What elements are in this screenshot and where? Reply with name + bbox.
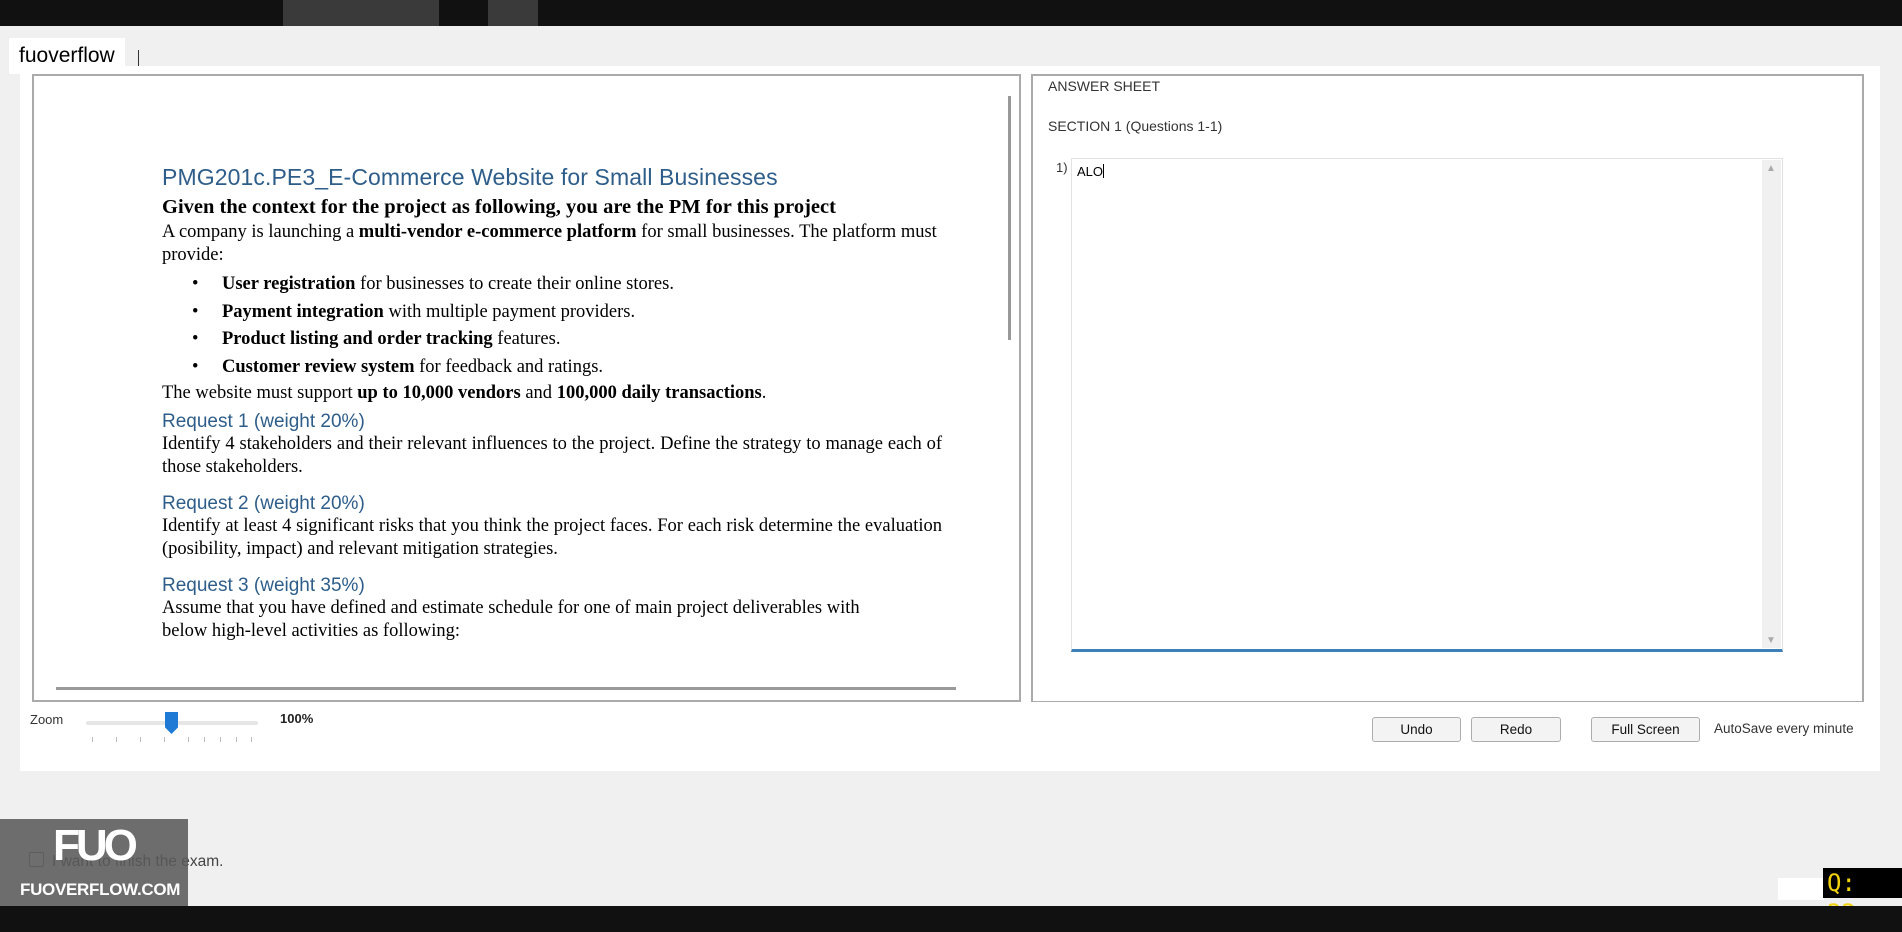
zoom-tick bbox=[204, 737, 205, 742]
answer-text: ALO bbox=[1077, 164, 1104, 179]
fuoverflow-logo: FUO FUOVERFLOW.COM bbox=[0, 819, 188, 906]
intro-paragraph: A company is launching a multi-vendor e-… bbox=[162, 221, 942, 267]
scroll-down-icon[interactable]: ▼ bbox=[1766, 635, 1776, 646]
undo-button[interactable]: Undo bbox=[1372, 717, 1461, 742]
list-item: Customer review system for feedback and … bbox=[162, 354, 942, 382]
list-item-text: features. bbox=[492, 329, 561, 349]
top-bar-field bbox=[283, 0, 439, 26]
answer-sheet-heading: ANSWER SHEET bbox=[1048, 78, 1161, 94]
request-2-text: Identify at least 4 significant risks th… bbox=[162, 516, 942, 559]
answer-scrollbar[interactable]: ▲ ▼ bbox=[1762, 160, 1781, 648]
list-item: Payment integration with multiple paymen… bbox=[162, 299, 942, 327]
request-3-text: Assume that you have defined and estimat… bbox=[162, 598, 860, 641]
request-1-title: Request 1 (weight 20%) bbox=[162, 411, 365, 432]
counter-backdrop bbox=[1778, 878, 1824, 900]
logo-site-text: FUOVERFLOW.COM bbox=[20, 880, 181, 899]
list-item-bold: Payment integration bbox=[222, 301, 384, 322]
support-paragraph: The website must support up to 10,000 ve… bbox=[162, 382, 942, 405]
zoom-tick bbox=[220, 737, 221, 742]
top-bar bbox=[0, 0, 1902, 26]
intro-bold: multi-vendor e-commerce platform bbox=[358, 222, 637, 242]
list-item-bold: User registration bbox=[222, 274, 356, 294]
document-title: PMG201c.PE3_E-Commerce Website for Small… bbox=[162, 164, 778, 190]
top-bar-field bbox=[488, 0, 538, 26]
zoom-value: 100% bbox=[280, 711, 314, 726]
full-screen-button[interactable]: Full Screen bbox=[1591, 717, 1700, 742]
document-horizontal-scrollbar[interactable] bbox=[56, 687, 956, 690]
zoom-tick bbox=[92, 737, 93, 742]
list-item-bold: Customer review system bbox=[222, 356, 415, 377]
zoom-tick bbox=[188, 737, 189, 742]
zoom-label: Zoom bbox=[30, 712, 64, 727]
support-bold: up to 10,000 vendors bbox=[357, 383, 521, 403]
support-text: and bbox=[520, 383, 557, 403]
request-3-title: Request 3 (weight 35%) bbox=[162, 575, 365, 596]
support-bold: 100,000 daily transactions bbox=[556, 383, 762, 403]
answer-textarea[interactable]: ALO bbox=[1071, 158, 1783, 652]
zoom-tick bbox=[116, 737, 117, 742]
scroll-up-icon[interactable]: ▲ bbox=[1766, 163, 1776, 174]
text-cursor bbox=[1103, 164, 1105, 178]
document-content: PMG201c.PE3_E-Commerce Website for Small… bbox=[162, 164, 942, 643]
zoom-tick bbox=[236, 737, 237, 742]
list-item-text: for businesses to create their online st… bbox=[355, 274, 674, 294]
support-text: . bbox=[761, 383, 767, 403]
document-vertical-scrollbar[interactable] bbox=[1008, 96, 1011, 340]
context-heading: Given the context for the project as fol… bbox=[162, 196, 836, 218]
support-text: The website must support bbox=[162, 383, 358, 403]
autosave-label: AutoSave every minute bbox=[1714, 721, 1854, 736]
list-item: Product listing and order tracking featu… bbox=[162, 326, 942, 354]
request-1-text: Identify 4 stakeholders and their releva… bbox=[162, 434, 942, 477]
redo-button[interactable]: Redo bbox=[1471, 717, 1561, 742]
zoom-tick bbox=[251, 737, 252, 742]
question-number: 1) bbox=[1056, 160, 1068, 175]
intro-text: A company is launching a bbox=[162, 222, 359, 242]
zoom-tick bbox=[140, 737, 141, 742]
list-item: User registration for businesses to crea… bbox=[162, 271, 942, 299]
zoom-tick bbox=[164, 737, 165, 742]
list-item-bold: Product listing and order tracking bbox=[222, 329, 493, 349]
list-item-text: with multiple payment providers. bbox=[383, 301, 636, 322]
logo-mark: FUO bbox=[53, 821, 138, 870]
question-counter: Q: 22 bbox=[1823, 868, 1902, 927]
requirements-list: User registration for businesses to crea… bbox=[162, 271, 942, 381]
bottom-bar bbox=[0, 906, 1902, 932]
list-item-text: for feedback and ratings. bbox=[414, 356, 604, 377]
request-2-title: Request 2 (weight 20%) bbox=[162, 493, 365, 514]
section-label: SECTION 1 (Questions 1-1) bbox=[1048, 118, 1223, 134]
document-viewer[interactable]: PMG201c.PE3_E-Commerce Website for Small… bbox=[32, 74, 1021, 702]
